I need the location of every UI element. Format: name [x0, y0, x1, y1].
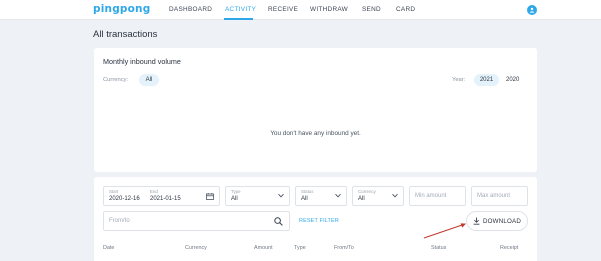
user-avatar-icon[interactable] [527, 5, 537, 15]
year-label: Year: [452, 77, 466, 83]
empty-inbound-message: You don't have any inbound yet. [270, 130, 361, 137]
calendar-icon[interactable] [206, 193, 214, 200]
date-range-field[interactable]: Start 2020-12-16 End 2021-01-15 [103, 186, 220, 206]
chevron-down-icon [278, 193, 284, 198]
download-icon [473, 217, 480, 225]
type-value: All [231, 196, 238, 202]
nav-send[interactable]: SEND [362, 6, 381, 13]
start-date-label: Start [109, 189, 119, 194]
max-amount-input[interactable]: Max amount [471, 186, 528, 206]
nav-card[interactable]: CARD [396, 6, 415, 13]
column-header-date: Date [103, 245, 115, 251]
active-tab-indicator [224, 18, 253, 20]
download-button[interactable]: DOWNLOAD [466, 211, 528, 231]
currency-filter-label: Currency [358, 189, 376, 194]
min-amount-placeholder: Min amount [415, 193, 447, 199]
end-date-value[interactable]: 2021-01-15 [150, 196, 181, 202]
status-value: All [301, 196, 308, 202]
status-select[interactable]: Status All [295, 186, 347, 206]
currency-all-pill[interactable]: All [139, 74, 159, 86]
nav-activity[interactable]: ACTIVITY [225, 6, 256, 13]
max-amount-placeholder: Max amount [477, 193, 511, 199]
column-header-status: Status [431, 245, 447, 251]
column-header-receipt: Receipt [500, 245, 519, 251]
search-icon[interactable] [274, 217, 283, 226]
currency-select[interactable]: Currency All [352, 186, 404, 206]
download-label: DOWNLOAD [483, 218, 522, 225]
reset-filter-button[interactable]: RESET FILTER [299, 218, 339, 224]
type-select[interactable]: Type All [225, 186, 290, 206]
top-navigation-bar: pingpong DASHBOARD ACTIVITY RECEIVE WITH… [0, 0, 601, 20]
end-date-label: End [150, 189, 158, 194]
column-header-amount: Amount [254, 245, 273, 251]
start-date-value[interactable]: 2020-12-16 [109, 196, 140, 202]
currency-label: Currency: [103, 77, 129, 83]
type-label: Type [231, 189, 241, 194]
search-placeholder: From/to [109, 218, 130, 224]
nav-withdraw[interactable]: WITHDRAW [310, 6, 348, 13]
column-header-type: Type [294, 245, 306, 251]
chevron-down-icon [392, 193, 398, 198]
chevron-down-icon [335, 193, 341, 198]
from-to-search-input[interactable]: From/to [103, 211, 290, 231]
pingpong-logo[interactable]: pingpong [93, 3, 150, 15]
status-label: Status [301, 189, 314, 194]
column-header-from-to: From/To [334, 245, 354, 251]
year-2021-pill[interactable]: 2021 [474, 74, 499, 86]
nav-receive[interactable]: RECEIVE [268, 6, 298, 13]
nav-dashboard[interactable]: DASHBOARD [169, 6, 212, 13]
column-header-currency: Currency [185, 245, 207, 251]
inbound-volume-card [94, 48, 537, 172]
page-title: All transactions [93, 29, 158, 40]
inbound-card-title: Monthly inbound volume [103, 57, 181, 66]
currency-filter-value: All [358, 196, 365, 202]
min-amount-input[interactable]: Min amount [409, 186, 466, 206]
year-2020-option[interactable]: 2020 [506, 77, 519, 83]
